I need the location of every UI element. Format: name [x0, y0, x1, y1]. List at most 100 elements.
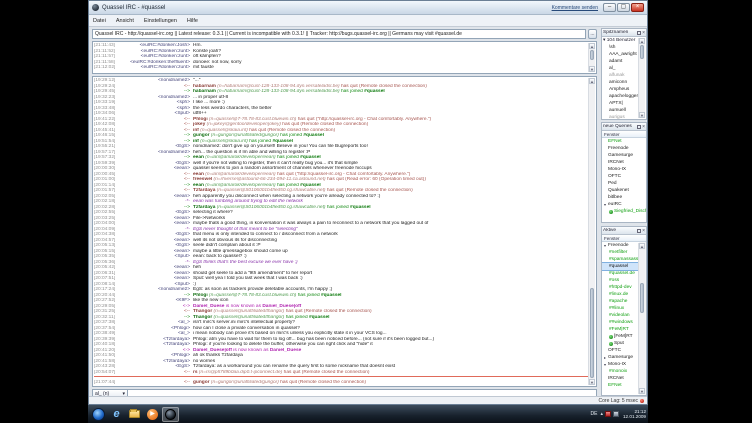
active-buffer-item[interactable]: #spamassassin [602, 256, 639, 263]
active-buffer-item[interactable]: #netfilter [602, 249, 639, 256]
taskbar-button-quassel-icon[interactable] [162, 407, 179, 422]
menu-item-datei[interactable]: Datei [93, 18, 106, 24]
nicklist-scrollbar[interactable]: ▲ ▼ [638, 38, 645, 118]
tree-expand-icon[interactable]: ▾ [604, 201, 608, 208]
taskbar-button-explorer-folder-icon[interactable] [126, 407, 143, 422]
active-buffer-item[interactable]: #httpd-dev [602, 284, 639, 291]
active-buffer-item[interactable]: OFTC [602, 347, 639, 354]
hostmask: (n=rhverse@astound-66-234-094-11.ca.asto… [214, 177, 326, 182]
network-tray-icon[interactable] [613, 411, 619, 417]
scrollbar-thumb[interactable] [640, 283, 644, 313]
language-indicator[interactable]: DE [591, 411, 598, 417]
scroll-down-icon[interactable]: ▼ [589, 379, 595, 385]
scroll-down-icon[interactable]: ▼ [639, 388, 645, 394]
chat-scrollbar[interactable]: ▲ ▼ [588, 78, 595, 385]
scroll-up-icon[interactable]: ▲ [639, 38, 645, 44]
hostmask: (n=jokey@gentoo/developer/jokey) [207, 122, 281, 127]
query-buffer-item[interactable]: Gamesurge [602, 152, 646, 159]
scroll-down-icon[interactable]: ▼ [589, 66, 595, 72]
tree-expand-icon[interactable]: ▸ [604, 354, 608, 361]
query-buffer-item[interactable]: Quakenet [602, 187, 646, 194]
nick: rs [193, 370, 198, 375]
hostmask: (n=gungor@unaffiliated/gungor) [211, 133, 279, 138]
active-buffer-item[interactable]: #monoix [602, 368, 639, 375]
dock-float-icon[interactable] [637, 31, 641, 35]
active-buffer-item[interactable]: Sput [602, 340, 639, 347]
active-buffer-item[interactable]: #videolan [602, 312, 639, 319]
maximize-button[interactable]: ▢ [617, 3, 630, 12]
alert-tray-icon[interactable] [605, 411, 611, 417]
scroll-up-icon[interactable]: ▲ [589, 78, 595, 84]
tree-expand-icon[interactable]: ▾ [604, 361, 608, 368]
active-buffer-item[interactable]: #quassel [602, 263, 639, 270]
active-buffer-item[interactable]: ##linux [602, 305, 639, 312]
title-bar[interactable]: Quassel IRC - #quassel Kommentare senden… [89, 1, 647, 15]
close-button[interactable]: × [631, 3, 644, 12]
scrollbar-thumb[interactable] [590, 50, 594, 60]
start-orb [92, 408, 105, 421]
active-scrollbar[interactable]: ▲ ▼ [638, 243, 645, 394]
status-bar: Core Lag: 5 msec [89, 396, 647, 404]
topic-input[interactable]: Quassel IRC - http://quassel-irc.org || … [92, 29, 586, 39]
chat-monitor-pane[interactable]: [21:11:43]<euIRC:#donken:Josh>Hm.[21:11:… [92, 41, 597, 74]
query-buffer-item[interactable]: Siegfried_Disch... [602, 208, 646, 215]
nick: Daniel_Duese [193, 304, 224, 309]
chat-monitor-scrollbar[interactable]: ▲ ▼ [588, 43, 595, 72]
query-buffer-item[interactable]: EFNet [602, 138, 646, 145]
chat-line: [20:54:07]<--rs (n=rs@p5789b0aa.dip0.t-i… [94, 370, 588, 376]
dock-close-icon[interactable]: × [642, 125, 645, 129]
hidden-icons-chevron-icon[interactable]: ▴ [600, 411, 603, 417]
dock-float-icon[interactable] [637, 125, 641, 129]
query-buffer-item[interactable]: bitlbee [602, 194, 646, 201]
active-buffer-item[interactable]: EFNet [602, 382, 639, 389]
active-buffer-item[interactable]: #quassel.de [602, 270, 639, 277]
query-buffer-item[interactable]: Freenode [602, 145, 646, 152]
active-buffer-item[interactable]: ▸Gamesurge [602, 354, 639, 361]
scroll-up-icon[interactable]: ▲ [639, 243, 645, 249]
active-buffer-item[interactable]: ▾Mono-IX [602, 361, 639, 368]
chat-line: [21:07:44]<--gungor (n=gungor@unaffiliat… [94, 380, 588, 385]
scroll-down-icon[interactable]: ▼ [639, 112, 645, 118]
active-buffer-item[interactable]: ▾Freenode [602, 242, 639, 249]
topic-edit-button[interactable]: ... [588, 29, 597, 39]
active-buffer-item[interactable]: ##windows [602, 319, 639, 326]
dock-float-icon[interactable] [637, 229, 641, 233]
scroll-up-icon[interactable]: ▲ [589, 43, 595, 49]
sender: <-- [120, 380, 190, 385]
taskbar-clock[interactable]: 21:12 12.01.2009 [623, 409, 646, 419]
minimize-button[interactable]: – [603, 3, 616, 12]
chat-view[interactable]: [19:29:12]<nonidname2>"..."[19:29:24]<--… [92, 76, 597, 387]
active-buffer-item[interactable]: #apache [602, 298, 639, 305]
query-buffer-item[interactable]: ▾euIRC [602, 201, 646, 208]
menu-item-einstellungen[interactable]: Einstellungen [144, 18, 177, 24]
column-header[interactable]: Fenster [602, 235, 646, 242]
query-buffer-item[interactable]: Ped [602, 180, 646, 187]
scrollbar-thumb[interactable] [640, 45, 644, 59]
query-buffer-item[interactable]: IRCNet [602, 159, 646, 166]
menu-item-hilfe[interactable]: Hilfe [187, 18, 198, 24]
clock-date: 12.01.2009 [623, 414, 646, 419]
active-buffer-item[interactable]: #FeM|RT [602, 326, 639, 333]
nick: eean [193, 183, 204, 188]
hostmask: (n=ian@amarok/developer/eean) [205, 172, 275, 177]
query-buffer-item[interactable]: Mono-IX [602, 166, 646, 173]
active-buffer-item[interactable]: #oss [602, 277, 639, 284]
menu-item-ansicht[interactable]: Ansicht [116, 18, 134, 24]
taskbar-button-media-player-icon[interactable]: ▶ [144, 407, 161, 422]
active-buffer-item[interactable]: IRCNet [602, 375, 639, 382]
nick: habarnam [193, 89, 216, 94]
nick: Tzfardaya [193, 188, 215, 193]
taskbar-button-ie-icon[interactable]: e [108, 407, 125, 422]
column-header[interactable]: Fenster [602, 131, 646, 138]
tree-expand-icon[interactable]: ▾ [604, 242, 608, 249]
dock-close-icon[interactable]: × [642, 229, 645, 233]
query-buffer-item[interactable]: OFTC [602, 173, 646, 180]
sender: <-- [120, 370, 190, 376]
send-feedback-link[interactable]: Kommentare senden [552, 5, 598, 11]
dock-close-icon[interactable]: × [642, 31, 645, 35]
active-buffer-item[interactable]: [FeM]RT [602, 333, 639, 340]
desktop: Quassel IRC - #quassel Kommentare senden… [0, 0, 752, 423]
taskbar-button-start-orb[interactable] [90, 407, 107, 422]
scrollbar-thumb[interactable] [590, 288, 594, 378]
active-buffer-item[interactable]: #linux.de [602, 291, 639, 298]
